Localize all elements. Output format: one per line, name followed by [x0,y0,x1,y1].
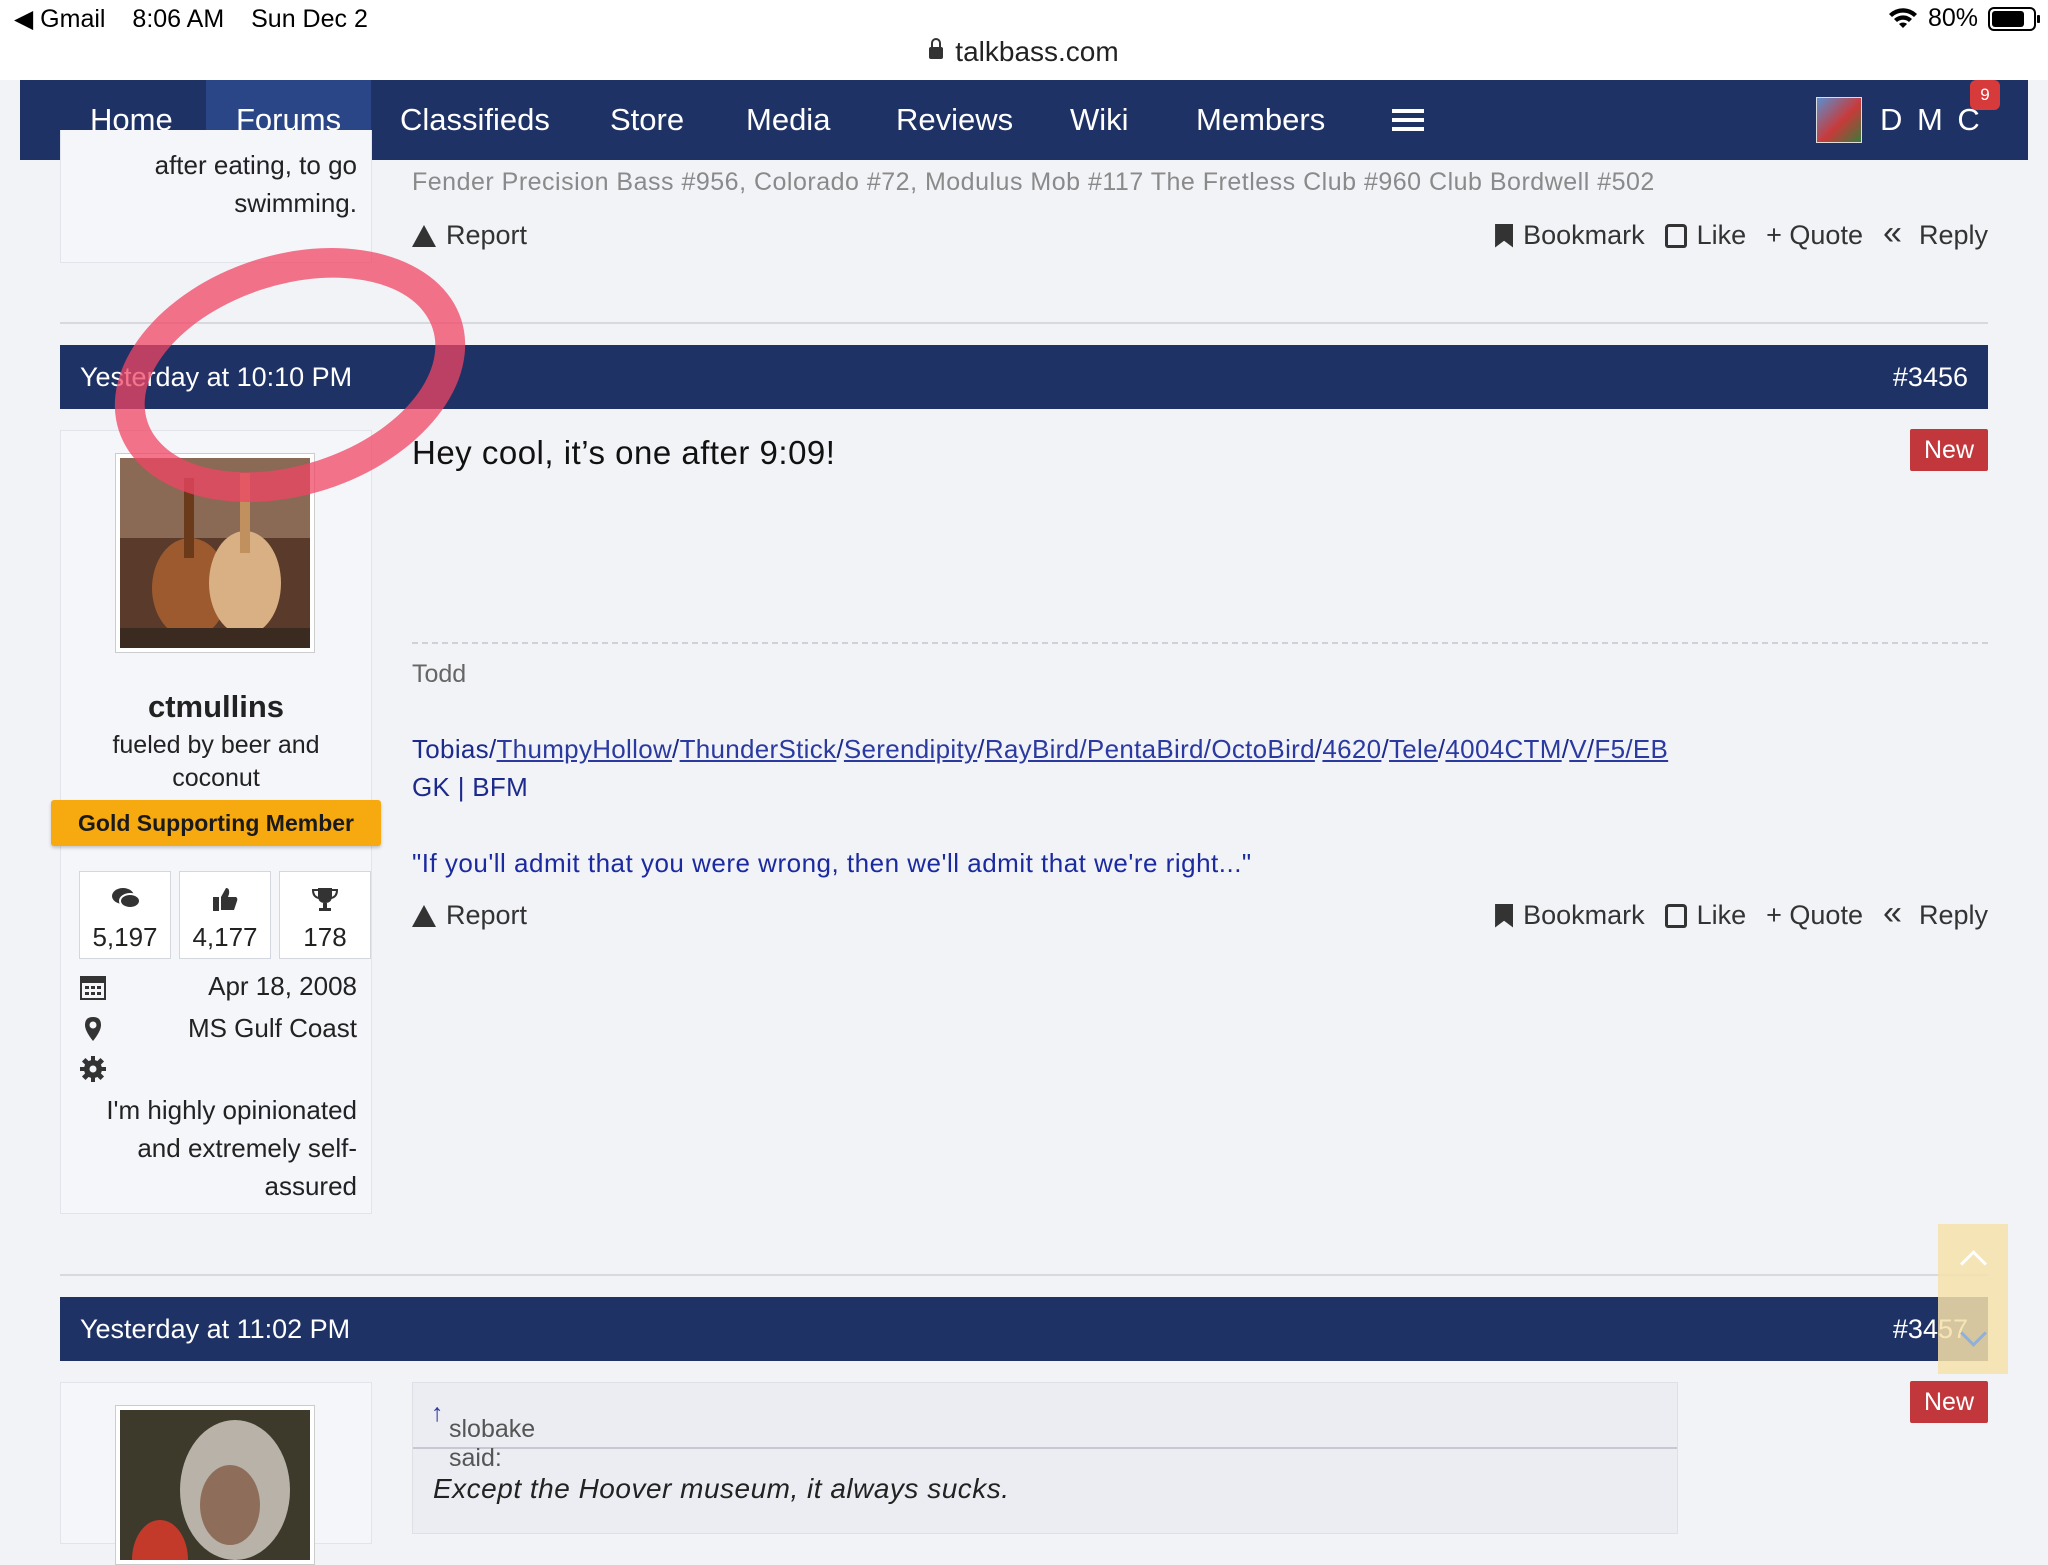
trophy-icon [311,886,339,912]
reply-button[interactable]: Reply [1883,214,1988,253]
menu-icon[interactable] [1392,109,1424,131]
quote-author[interactable]: slobake said: [449,1415,535,1473]
like-button[interactable]: Like [1664,900,1746,931]
nav-media[interactable]: Media [716,80,860,160]
sig-link-serendipity[interactable]: Serendipity [844,734,977,764]
like-button[interactable]: Like [1664,220,1746,251]
scroll-up-icon[interactable] [1960,1250,1987,1277]
likes-stat[interactable]: 4,177 [179,871,271,959]
reply-icon [1883,894,1909,933]
username[interactable]: ctmullins [61,689,371,725]
settings-row [79,1053,357,1087]
thumbs-up-icon [211,886,239,912]
signature-links: Tobias/ThumpyHollow/ThunderStick/Serendi… [412,734,1669,764]
joined-row: Apr 18, 2008 [79,971,357,1005]
calendar-icon [80,976,106,1000]
thumbs-up-icon [1664,903,1687,928]
post-divider [60,1274,1988,1276]
new-badge: New [1910,1381,1988,1423]
user-panel [60,1382,372,1565]
prev-user-panel: after eating, to go swimming. [60,130,372,263]
quote-block: slobake said: ↑ Except the Hoover museum… [412,1382,1678,1534]
signature-quote: "If you'll admit that you were wrong, th… [412,848,1252,878]
bookmark-icon [1495,903,1514,928]
prev-signature: Fender Precision Bass #956, Colorado #72… [412,168,1655,196]
trophies-stat[interactable]: 178 [279,871,371,959]
thumbs-up-icon [1664,223,1687,248]
scroll-controls [1938,1224,2008,1374]
signature-line-2[interactable]: GK | BFM [412,772,528,803]
sig-link-v[interactable]: V [1569,734,1587,764]
jump-to-quote-link[interactable]: ↑ [431,1399,444,1427]
sig-link-4620[interactable]: 4620 [1322,734,1381,764]
speech-bubbles-icon [111,886,141,912]
wifi-icon [1888,7,1917,28]
report-button[interactable]: Report [412,220,527,251]
warning-icon [412,224,436,247]
new-badge: New [1910,429,1988,471]
post-message: Hey cool, it’s one after 9:09! [412,434,836,471]
signature-divider [412,642,1988,644]
sig-link-f5-eb[interactable]: F5/EB [1594,734,1668,764]
bookmark-button[interactable]: Bookmark [1495,220,1645,251]
lock-icon [929,38,944,59]
post-number[interactable]: #3456 [1893,345,1968,409]
location-row: MS Gulf Coast [79,1013,357,1047]
scroll-down-icon[interactable] [1960,1320,1987,1347]
back-to-gmail-link[interactable]: ◀ Gmail [14,5,105,33]
post-actions: Report Bookmark Like + Quote Reply [412,894,1988,940]
nav-members[interactable]: Members [1166,80,1355,160]
post-header: Yesterday at 11:02 PM #3457 [60,1297,1988,1361]
reply-button[interactable]: Reply [1883,894,1988,933]
url-text: talkbass.com [955,36,1119,67]
report-button[interactable]: Report [412,900,527,931]
ios-status-bar: ◀ Gmail 8:06 AM Sun Dec 2 80% talkbass.c… [0,0,2048,80]
sig-link-thunderstick[interactable]: ThunderStick [680,734,837,764]
user-about: I'm highly opinionated and extremely sel… [106,1095,357,1201]
bookmark-button[interactable]: Bookmark [1495,900,1645,931]
parrot-avatar-image [120,1410,310,1565]
alerts-badge[interactable]: 9 [1970,80,2000,110]
status-time: 8:06 AM [132,5,225,33]
quote-button[interactable]: + Quote [1766,220,1863,251]
messages-stat[interactable]: 5,197 [79,871,171,959]
quote-text: Except the Hoover museum, it always suck… [433,1473,1010,1504]
status-date: Sun Dec 2 [251,5,368,33]
gear-icon [80,1056,106,1082]
map-pin-icon [85,1017,101,1041]
nav-store[interactable]: Store [580,80,714,160]
sig-link-thumpyhollow[interactable]: ThumpyHollow [497,734,673,764]
nav-wiki[interactable]: Wiki [1040,80,1159,160]
battery-icon [1988,6,2040,31]
status-right: 80% [1888,4,2040,33]
user-title: fueled by beer and coconut [112,731,320,792]
sig-link-4004ctm[interactable]: 4004CTM [1445,734,1561,764]
sig-link-tobias[interactable]: Tobias [412,734,489,764]
user-panel: ctmullins fueled by beer and coconut Gol… [51,430,381,1214]
sig-link-tele[interactable]: Tele [1389,734,1438,764]
sig-link-raybird[interactable]: RayBird/PentaBird/OctoBird [985,734,1315,764]
nav-classifieds[interactable]: Classifieds [370,80,580,160]
warning-icon [412,904,436,927]
account-username[interactable]: D M C [1880,80,1983,160]
location[interactable]: MS Gulf Coast [188,1013,357,1044]
quote-header: slobake said: ↑ [413,1383,1677,1472]
nav-reviews[interactable]: Reviews [866,80,1043,160]
prev-post-actions: Report Bookmark Like + Quote Reply [412,214,1988,260]
status-left: ◀ Gmail 8:06 AM Sun Dec 2 [14,4,388,34]
signature-name: Todd [412,660,467,688]
post-date[interactable]: Yesterday at 11:02 PM [80,1297,350,1361]
account-avatar[interactable] [1816,97,1862,143]
address-bar[interactable]: talkbass.com [0,36,2048,68]
joined-date: Apr 18, 2008 [208,971,357,1001]
battery-percent: 80% [1927,4,1978,32]
reply-icon [1883,214,1909,253]
gold-supporting-member-banner: Gold Supporting Member [51,800,381,846]
quote-button[interactable]: + Quote [1766,900,1863,931]
avatar[interactable] [115,1405,315,1565]
bookmark-icon [1495,223,1514,248]
prev-user-about: after eating, to go swimming. [154,150,357,218]
